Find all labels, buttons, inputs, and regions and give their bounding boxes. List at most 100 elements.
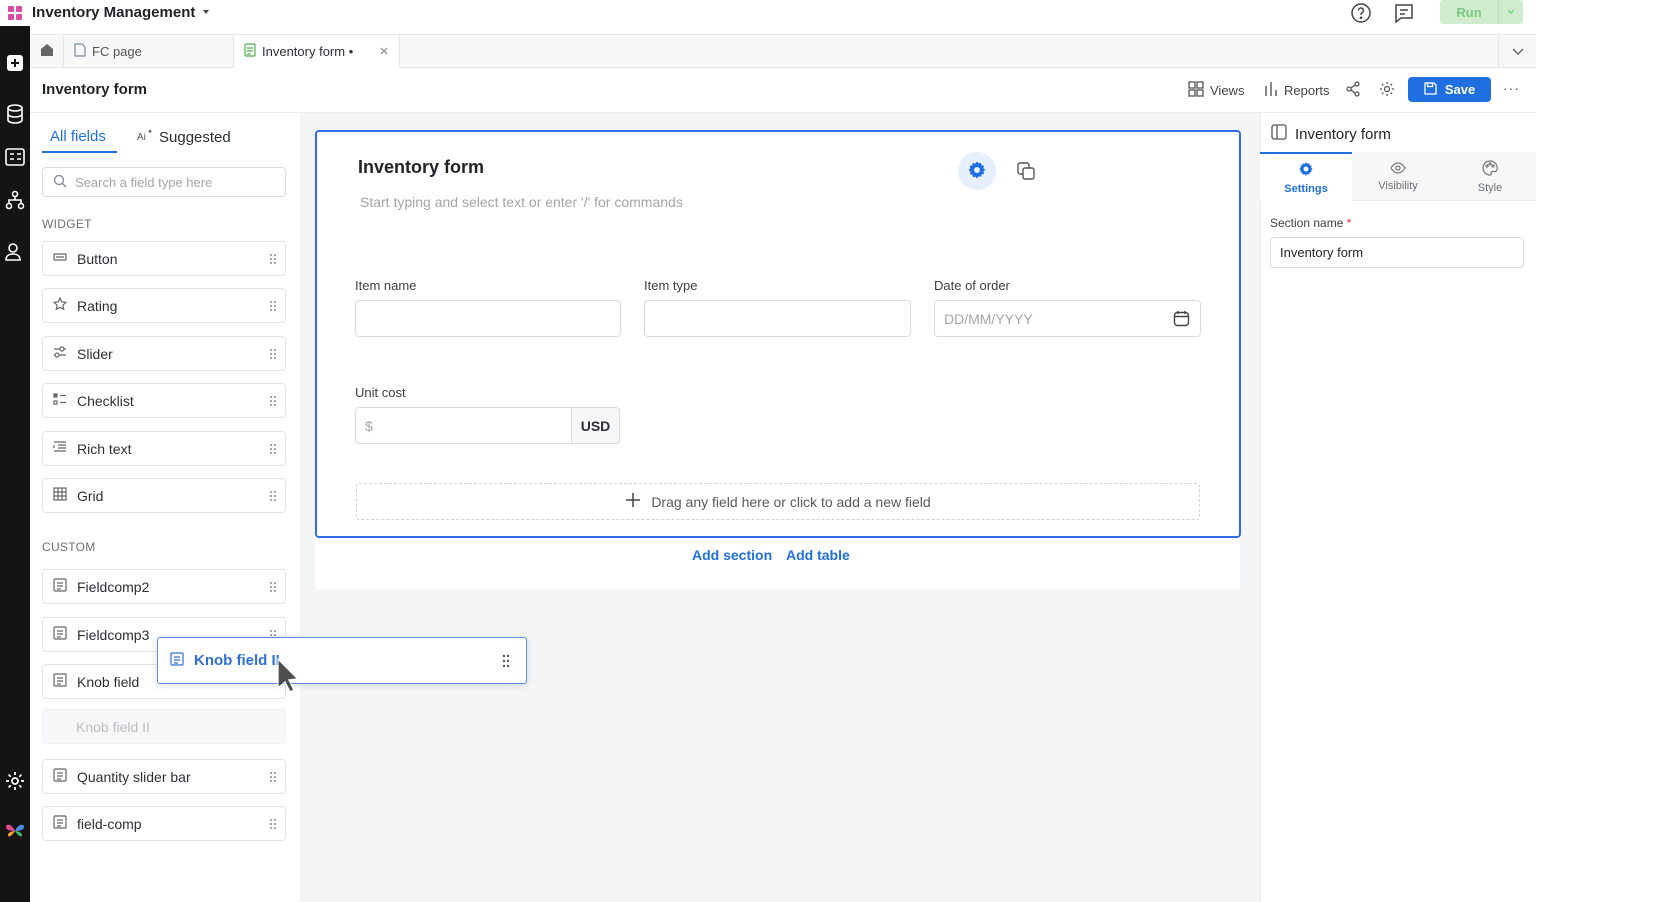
item-name-input[interactable] — [355, 300, 621, 337]
checklist-icon — [53, 392, 67, 409]
settings-icon[interactable] — [0, 771, 30, 791]
drag-handle-icon[interactable] — [269, 489, 277, 505]
properties-title-text: Inventory form — [1295, 125, 1391, 143]
palette-item-rating[interactable]: Rating — [42, 288, 286, 323]
unit-cost-label: Unit cost — [355, 385, 406, 400]
slider-icon — [53, 345, 67, 362]
tab-suggested-label: Suggested — [159, 128, 231, 146]
palette-item-button[interactable]: Button — [42, 241, 286, 276]
unit-cost-input[interactable]: $ — [355, 407, 572, 444]
dragging-field-card[interactable]: Knob field II — [157, 637, 527, 684]
add-field-dropzone[interactable]: Drag any field here or click to add a ne… — [356, 483, 1200, 520]
palette-item-label: Fieldcomp2 — [77, 578, 150, 595]
section-name-label: Section name * — [1270, 216, 1351, 230]
field-search-input[interactable]: Search a field type here — [42, 167, 286, 197]
palette-icon — [1482, 159, 1498, 179]
reports-label: Reports — [1284, 83, 1330, 98]
page-icon — [74, 43, 86, 60]
section-name-input[interactable]: Inventory form — [1270, 237, 1524, 268]
reports-button[interactable]: Reports — [1264, 81, 1330, 100]
views-button[interactable]: Views — [1188, 81, 1244, 100]
app-title: Inventory Management — [32, 4, 196, 21]
palette-item-field-comp[interactable]: field-comp — [42, 806, 286, 841]
drag-handle-icon[interactable] — [502, 654, 510, 672]
palette-item-label: Button — [77, 250, 118, 267]
widget-group-label: WIDGET — [42, 217, 92, 231]
item-type-input[interactable] — [644, 300, 911, 337]
section-name-label-text: Section name — [1270, 216, 1344, 230]
app-switcher[interactable]: Inventory Management — [32, 4, 211, 21]
palette-item-label: Quantity slider bar — [77, 768, 191, 785]
save-button[interactable]: Save — [1408, 77, 1491, 102]
page-title: Inventory form — [42, 81, 148, 98]
properties-title: Inventory form — [1271, 124, 1391, 144]
palette-item-knob-field-ii-placeholder: Knob field II — [42, 709, 286, 744]
palette-item-label: Checklist — [77, 392, 134, 409]
drag-handle-icon[interactable] — [269, 442, 277, 458]
tabs-overflow-icon[interactable] — [1498, 35, 1536, 68]
section-settings-button[interactable] — [958, 152, 996, 190]
more-options-icon[interactable]: ··· — [1503, 80, 1520, 96]
tab-label: FC page — [92, 44, 142, 59]
date-of-order-input[interactable]: DD/MM/YYYY — [934, 300, 1201, 337]
form-icon — [244, 43, 256, 60]
drag-handle-icon[interactable] — [269, 394, 277, 410]
palette-item-label: field-comp — [77, 815, 142, 832]
add-icon[interactable] — [0, 54, 30, 72]
form-title[interactable]: Inventory form — [358, 157, 484, 178]
blank-area — [1536, 0, 1664, 902]
calendar-icon[interactable] — [1173, 310, 1190, 330]
tab-visibility[interactable]: Visibility — [1352, 152, 1444, 201]
run-dropdown-icon[interactable] — [1498, 0, 1523, 24]
forms-icon[interactable] — [0, 148, 30, 166]
drag-handle-icon[interactable] — [269, 347, 277, 363]
tab-style-label: Style — [1477, 181, 1503, 194]
tab-fc-page[interactable]: FC page — [64, 35, 234, 68]
drag-handle-icon[interactable] — [269, 252, 277, 268]
workflow-icon[interactable] — [0, 190, 30, 210]
butterfly-logo-icon — [0, 822, 30, 840]
page-settings-icon[interactable] — [1379, 81, 1395, 100]
palette-item-fieldcomp2[interactable]: Fieldcomp2 — [42, 569, 286, 604]
share-icon[interactable] — [1345, 81, 1361, 100]
gear-icon — [1298, 161, 1314, 180]
tab-suggested[interactable]: Ai Suggested — [137, 128, 231, 146]
currency-badge: USD — [572, 407, 620, 444]
close-tab-icon[interactable] — [379, 44, 389, 59]
properties-panel — [1260, 113, 1536, 902]
run-button[interactable]: Run — [1440, 0, 1523, 24]
palette-item-slider[interactable]: Slider — [42, 336, 286, 371]
tab-settings[interactable]: Settings — [1260, 152, 1352, 201]
drag-handle-icon[interactable] — [269, 817, 277, 833]
required-asterisk: * — [1346, 216, 1352, 230]
palette-item-checklist[interactable]: Checklist — [42, 383, 286, 418]
help-icon[interactable] — [1350, 2, 1372, 27]
add-table-button[interactable]: Add table — [786, 547, 850, 563]
palette-item-rich-text[interactable]: Rich text — [42, 431, 286, 466]
add-section-button[interactable]: Add section — [692, 547, 772, 563]
eye-icon — [1390, 161, 1406, 177]
palette-item-label: Fieldcomp3 — [77, 626, 150, 643]
database-icon[interactable] — [0, 104, 30, 124]
comments-icon[interactable] — [1393, 2, 1415, 27]
tab-all-fields[interactable]: All fields — [50, 128, 106, 145]
home-tab[interactable] — [30, 35, 64, 68]
tab-bar: FC page Inventory form • — [30, 35, 1664, 68]
drag-handle-icon[interactable] — [269, 299, 277, 315]
custom-field-icon — [53, 578, 67, 595]
duplicate-section-icon[interactable] — [1016, 161, 1036, 184]
apps-grid-icon[interactable] — [0, 0, 30, 26]
drag-handle-icon[interactable] — [269, 580, 277, 596]
drag-handle-icon[interactable] — [269, 770, 277, 786]
users-icon[interactable] — [0, 242, 30, 262]
palette-item-label: Knob field II — [76, 718, 150, 735]
properties-tabs: Settings Visibility Style — [1260, 152, 1536, 201]
tab-inventory-form[interactable]: Inventory form • — [234, 35, 400, 68]
palette-item-grid[interactable]: Grid — [42, 478, 286, 513]
palette-item-quantity-slider-bar[interactable]: Quantity slider bar — [42, 759, 286, 794]
form-description-placeholder[interactable]: Start typing and select text or enter '/… — [360, 194, 683, 210]
tab-style[interactable]: Style — [1444, 152, 1536, 201]
tab-settings-label: Settings — [1284, 182, 1328, 195]
button-icon — [53, 250, 67, 267]
app-rail — [0, 0, 30, 902]
